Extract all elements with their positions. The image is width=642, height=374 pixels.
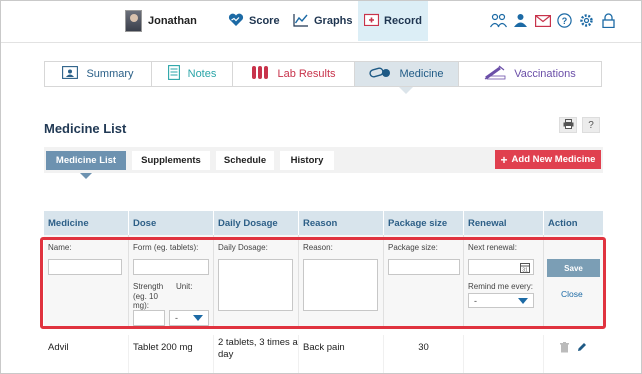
subtab-supplements[interactable]: Supplements [132, 151, 210, 170]
daily-dosage-value: 2 tablets, 3 times a day [214, 335, 299, 373]
nav-record[interactable]: Record [358, 1, 428, 41]
col-medicine[interactable]: Medicine [44, 211, 129, 235]
nav-record-label: Record [384, 15, 422, 27]
subtab-history[interactable]: History [280, 151, 334, 170]
help-icon[interactable]: ? [556, 12, 573, 29]
active-tab-caret [399, 87, 413, 94]
renewal-value [464, 335, 544, 373]
user-add-icon[interactable] [512, 12, 529, 29]
add-new-medicine-label: Add New Medicine [511, 154, 596, 165]
gear-icon[interactable] [578, 12, 595, 29]
col-dose[interactable]: Dose [129, 211, 214, 235]
table-row: Advil Tablet 200 mg 2 tablets, 3 times a… [44, 335, 603, 373]
row-actions [544, 335, 603, 373]
help-button[interactable]: ? [582, 117, 600, 133]
edit-row-highlight [40, 237, 606, 329]
nav-score[interactable]: Score [228, 1, 280, 41]
pill-icon [369, 66, 391, 82]
tab-vaccinations-label: Vaccinations [514, 68, 576, 80]
col-daily-dosage[interactable]: Daily Dosage [214, 211, 299, 235]
col-package-size[interactable]: Package size [384, 211, 464, 235]
medicine-name: Advil [44, 335, 129, 373]
pencil-icon[interactable] [577, 342, 587, 373]
tab-notes-label: Notes [187, 68, 217, 80]
page-title: Medicine List [44, 121, 127, 136]
tab-notes[interactable]: Notes [152, 62, 233, 86]
tab-lab-results[interactable]: Lab Results [233, 62, 355, 86]
plus-icon: + [500, 152, 508, 167]
subtab-medicine-list[interactable]: Medicine List [46, 151, 126, 170]
nav-graphs[interactable]: Graphs [293, 1, 353, 41]
record-section-tabs: Summary Notes Lab Results Medicine Vacci… [44, 61, 602, 87]
test-tubes-icon [251, 65, 269, 83]
tab-summary[interactable]: Summary [45, 62, 152, 86]
col-action[interactable]: Action [544, 211, 603, 235]
active-subtab-caret [80, 173, 92, 179]
svg-text:?: ? [562, 16, 568, 26]
app-window: Jonathan Score Graphs Record ? Summary N… [0, 0, 642, 374]
print-button[interactable] [559, 117, 577, 133]
user-name[interactable]: Jonathan [148, 15, 197, 27]
record-folder-icon [363, 13, 380, 29]
heart-graph-icon [228, 13, 244, 30]
syringe-icon [484, 65, 506, 83]
tab-lab-results-label: Lab Results [277, 68, 336, 80]
trash-icon[interactable] [560, 342, 569, 373]
package-size-value: 30 [384, 335, 464, 373]
header-icon-group: ? [490, 12, 617, 29]
subtab-schedule[interactable]: Schedule [216, 151, 274, 170]
add-new-medicine-button[interactable]: + Add New Medicine [495, 150, 601, 169]
nav-score-label: Score [249, 15, 280, 27]
table-header: Medicine Dose Daily Dosage Reason Packag… [44, 211, 603, 235]
col-renewal[interactable]: Renewal [464, 211, 544, 235]
avatar[interactable] [125, 10, 142, 32]
tab-medicine[interactable]: Medicine [355, 62, 459, 86]
people-icon[interactable] [490, 12, 507, 29]
col-reason[interactable]: Reason [299, 211, 384, 235]
line-chart-icon [293, 13, 309, 30]
tab-medicine-label: Medicine [399, 68, 444, 80]
lock-icon[interactable] [600, 12, 617, 29]
title-tools: ? [559, 117, 600, 133]
print-icon [563, 118, 574, 132]
notes-icon [167, 65, 180, 83]
tab-vaccinations[interactable]: Vaccinations [459, 62, 601, 86]
dose-value: Tablet 200 mg [129, 335, 214, 373]
mail-icon[interactable] [534, 12, 551, 29]
top-navigation: Jonathan Score Graphs Record ? [1, 1, 641, 43]
tab-summary-label: Summary [86, 68, 134, 80]
summary-icon [62, 66, 79, 82]
nav-graphs-label: Graphs [314, 15, 353, 27]
reason-value: Back pain [299, 335, 384, 373]
